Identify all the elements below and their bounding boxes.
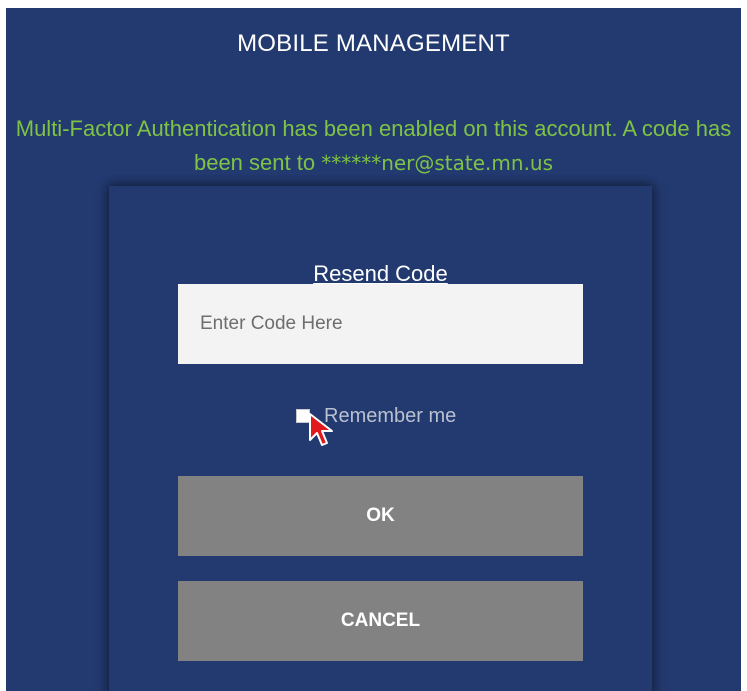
mouse-pointer-icon <box>309 413 333 446</box>
masked-email: ******ner@state.mn.us <box>321 151 554 175</box>
mfa-message: Multi-Factor Authentication has been ena… <box>6 112 741 180</box>
code-input[interactable] <box>178 284 583 364</box>
ok-button[interactable]: OK <box>178 476 583 556</box>
mobile-management-panel: MOBILE MANAGEMENT Multi-Factor Authentic… <box>6 8 741 691</box>
cancel-button[interactable]: CANCEL <box>178 581 583 661</box>
page-title: MOBILE MANAGEMENT <box>237 30 510 57</box>
verification-card: Resend Code Remember me OK CANCEL <box>109 186 652 691</box>
remember-me-label[interactable]: Remember me <box>324 405 456 428</box>
